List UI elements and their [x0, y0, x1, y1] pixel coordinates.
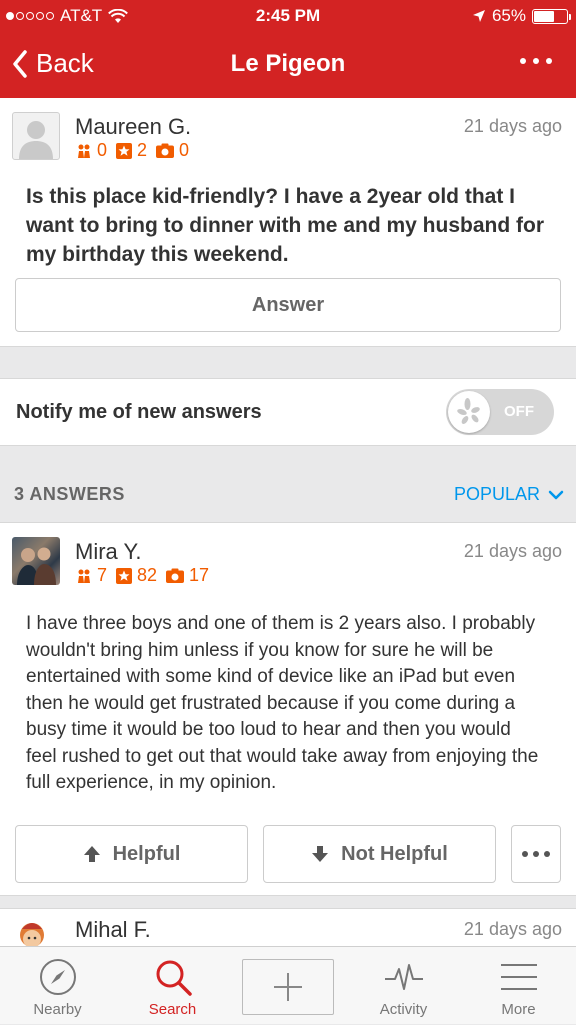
battery-percent: 65% — [491, 6, 526, 25]
answers-header: 3 ANSWERS POPULAR — [0, 468, 576, 520]
question-card: Maureen G. 0 2 0 21 days ago Is this pla… — [0, 98, 576, 347]
question-text: Is this place kid-friendly? I have a 2ye… — [26, 185, 544, 266]
question-user-name[interactable]: Maureen G. — [75, 114, 191, 140]
review-star-icon — [116, 142, 133, 159]
answer-date: 21 days ago — [463, 541, 562, 561]
answer-text: I have three boys and one of them is 2 y… — [26, 613, 539, 793]
avatar[interactable] — [12, 915, 52, 949]
tab-search[interactable]: Search — [115, 947, 230, 1025]
answer-user-stats: 7 82 17 — [76, 565, 209, 586]
helpful-button[interactable]: Helpful — [15, 825, 248, 883]
status-right: 65% — [472, 6, 571, 26]
question-user-stats: 0 2 0 — [76, 140, 189, 161]
not-helpful-button[interactable]: Not Helpful — [263, 825, 496, 883]
photos-count: 0 — [179, 140, 190, 160]
reviews-count: 82 — [137, 565, 158, 585]
answer-more-button[interactable] — [511, 825, 561, 883]
answer-card-partial: Mihal F. 21 days ago — [0, 908, 576, 949]
tab-nearby[interactable]: Nearby — [0, 947, 115, 1025]
yelp-burst-icon — [448, 391, 490, 433]
chevron-down-icon — [548, 490, 564, 499]
menu-icon — [501, 964, 537, 990]
answer-user-name[interactable]: Mira Y. — [75, 539, 141, 565]
reviews-count: 2 — [137, 140, 148, 160]
review-star-icon — [116, 567, 133, 584]
tab-label: More — [501, 1001, 536, 1018]
sort-label: POPULAR — [453, 484, 540, 504]
toggle-state: OFF — [504, 403, 534, 420]
friends-icon — [78, 569, 90, 583]
tab-label: Activity — [379, 1001, 428, 1018]
sort-dropdown[interactable]: POPULAR — [454, 484, 564, 505]
user-photo-icon — [17, 547, 56, 585]
navigation-bar: Back Le Pigeon — [0, 30, 576, 98]
search-icon — [156, 960, 192, 996]
status-bar: AT&T 2:45 PM 65% — [0, 0, 576, 30]
plus-icon — [274, 973, 302, 1001]
friends-count: 7 — [97, 565, 108, 585]
camera-icon — [166, 568, 185, 583]
arrow-up-icon — [83, 846, 100, 862]
tab-more[interactable]: More — [461, 947, 576, 1025]
notify-row: Notify me of new answers OFF — [0, 378, 576, 446]
tab-label: Search — [148, 1001, 197, 1018]
notify-toggle[interactable]: OFF — [446, 389, 554, 435]
question-date: 21 days ago — [463, 116, 562, 136]
page-title: Le Pigeon — [230, 50, 346, 77]
answer-card: Mira Y. 7 82 17 21 days ago I have three… — [0, 522, 576, 896]
friends-icon — [78, 144, 90, 158]
compass-icon — [40, 959, 76, 995]
camera-icon — [156, 143, 175, 158]
activity-icon — [385, 964, 423, 990]
tab-activity[interactable]: Activity — [346, 947, 461, 1025]
arrow-down-icon — [312, 846, 329, 862]
location-arrow-icon — [472, 10, 485, 22]
avatar[interactable] — [12, 537, 60, 585]
helpful-label: Helpful — [112, 842, 181, 865]
tab-bar: Nearby Search Activity More — [0, 946, 576, 1024]
more-options-icon[interactable] — [520, 58, 552, 64]
answer-button[interactable]: Answer — [15, 278, 561, 332]
answers-count: 3 ANSWERS — [14, 484, 125, 504]
tab-label: Nearby — [33, 1001, 82, 1018]
answer-user-name[interactable]: Mihal F. — [75, 917, 151, 943]
add-button[interactable] — [242, 959, 334, 1015]
answer-date: 21 days ago — [463, 919, 562, 939]
user-placeholder-icon — [19, 121, 53, 159]
not-helpful-label: Not Helpful — [341, 842, 448, 865]
friends-count: 0 — [97, 140, 108, 160]
photos-count: 17 — [189, 565, 210, 585]
user-cartoon-icon — [20, 923, 44, 948]
avatar[interactable] — [12, 112, 60, 160]
notify-label: Notify me of new answers — [16, 401, 262, 423]
battery-icon — [532, 8, 571, 24]
